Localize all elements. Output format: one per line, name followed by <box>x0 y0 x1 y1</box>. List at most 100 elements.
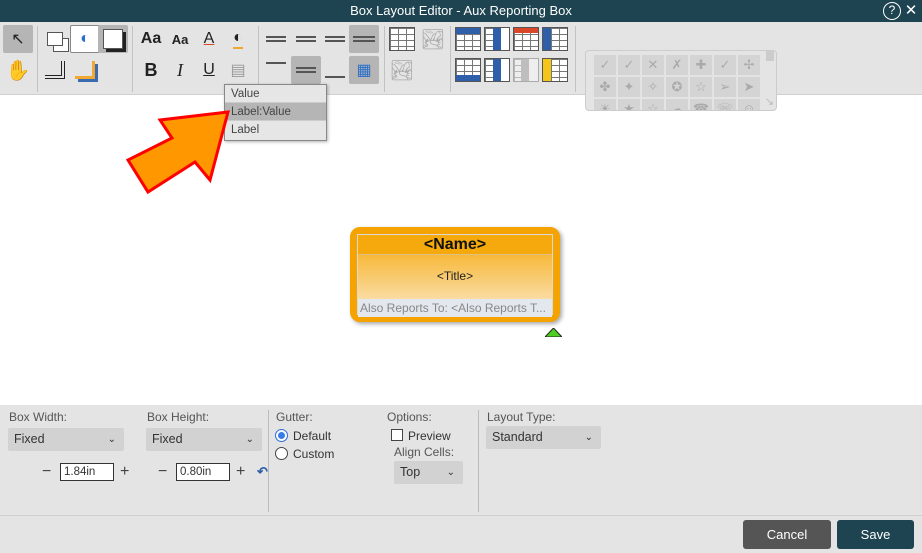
delete-column-icon[interactable] <box>511 56 541 84</box>
box-height-decrease[interactable]: − <box>158 464 167 480</box>
help-icon[interactable]: ? <box>883 2 901 20</box>
expand-triangle-icon[interactable] <box>545 328 562 337</box>
border-style-icon[interactable] <box>40 56 70 84</box>
menu-item-label-value[interactable]: Label:Value <box>225 103 326 121</box>
box-height-mode-select[interactable]: Fixed ⌄ <box>146 428 262 451</box>
gutter-custom-radio[interactable] <box>275 447 288 460</box>
pointer-arrow-annotation <box>125 110 231 195</box>
box-name-field[interactable]: <Name> <box>358 235 552 255</box>
menu-item-value[interactable]: Value <box>225 85 326 103</box>
symbol-item[interactable]: ✚ <box>690 55 712 75</box>
box-width-label: Box Width: <box>9 410 68 424</box>
gutter-default-label[interactable]: Default <box>293 429 331 443</box>
table-row-height-icon[interactable] <box>387 25 417 53</box>
symbol-item[interactable]: ★ <box>618 99 640 110</box>
align-justify-icon[interactable] <box>349 25 379 53</box>
shadow-icon[interactable] <box>98 25 128 53</box>
preview-label[interactable]: Preview <box>408 429 451 443</box>
pan-hand-icon[interactable]: ✋ <box>3 56 33 84</box>
title-bar: Box Layout Editor - Aux Reporting Box ? … <box>0 0 922 22</box>
save-button[interactable]: Save <box>837 520 914 549</box>
symbol-item[interactable]: ☆ <box>642 99 664 110</box>
image-fit-icon[interactable]: 🏞 <box>418 25 448 53</box>
gutter-default-radio[interactable] <box>275 429 288 442</box>
label-value-icon[interactable]: ▤ <box>223 56 253 84</box>
font-icon[interactable]: Aa <box>136 25 166 53</box>
symbol-palette[interactable]: ✓ ✓ ✕ ✗ ✚ ✓ ✢ ✤ ✦ ✧ ✪ ☆ ➢ ➤ ☀ ★ ☆ ☁ ☎ ☏ ☺ ↘ <box>585 50 777 111</box>
fill-color-icon[interactable]: ◐ <box>70 25 100 53</box>
insert-column-left-icon[interactable] <box>482 25 512 53</box>
menu-item-label[interactable]: Label <box>225 121 326 139</box>
select-pointer-icon[interactable]: ↖ <box>3 25 33 53</box>
delete-row-icon[interactable] <box>511 25 541 53</box>
chevron-down-icon: ⌄ <box>584 432 593 443</box>
insert-column-right-icon[interactable] <box>482 56 512 84</box>
align-cells-select[interactable]: Top ⌄ <box>394 461 463 484</box>
text-contrast-icon[interactable]: ◐ <box>223 25 253 53</box>
valign-middle-icon[interactable] <box>291 56 321 84</box>
symbol-item[interactable]: ☀ <box>594 99 616 110</box>
box-width-input[interactable]: 1.84in <box>60 463 114 481</box>
symbol-item[interactable]: ✤ <box>594 77 616 97</box>
symbol-item[interactable]: ☏ <box>714 99 736 110</box>
gutter-custom-label[interactable]: Custom <box>293 447 334 461</box>
symbol-item[interactable]: ✓ <box>594 55 616 75</box>
window-title: Box Layout Editor - Aux Reporting Box <box>350 3 572 18</box>
symbol-item[interactable]: ✢ <box>738 55 760 75</box>
italic-button[interactable]: I <box>165 56 195 84</box>
symbol-item[interactable]: ☁ <box>666 99 688 110</box>
font-color-icon[interactable]: A <box>194 25 224 53</box>
symbol-item[interactable]: ✗ <box>666 55 688 75</box>
box-width-mode-select[interactable]: Fixed ⌄ <box>8 428 124 451</box>
resize-corner-icon[interactable]: ↘ <box>765 95 774 108</box>
layout-type-label: Layout Type: <box>487 410 556 424</box>
align-center-icon[interactable] <box>291 25 321 53</box>
valign-bottom-icon[interactable] <box>320 56 350 84</box>
insert-row-below-icon[interactable] <box>453 56 483 84</box>
symbol-item[interactable]: ➢ <box>714 77 736 97</box>
box-shape-icon[interactable] <box>40 25 70 53</box>
box-width-decrease[interactable]: − <box>42 464 51 480</box>
chevron-down-icon: ⌄ <box>107 434 116 445</box>
align-right-icon[interactable] <box>320 25 350 53</box>
merge-cells-icon[interactable] <box>540 25 570 53</box>
text-wrap-icon[interactable]: ▦ <box>349 56 379 84</box>
box-title-field[interactable]: <Title> <box>358 255 552 299</box>
align-left-icon[interactable] <box>261 25 291 53</box>
close-icon[interactable]: ✕ <box>902 2 920 20</box>
border-color-icon[interactable] <box>70 56 100 84</box>
layout-type-select[interactable]: Standard ⌄ <box>486 426 601 449</box>
chevron-down-icon: ⌄ <box>245 434 254 445</box>
box-height-input[interactable]: 0.80in <box>176 463 230 481</box>
symbol-item[interactable]: ☆ <box>690 77 712 97</box>
toolbar: ↖ ✋ ◐ Aa Aa A ◐ B I U ▤ ▦ 🏞 🏞 ✓ ✓ ✕ ✗ ✚ ✓ ✢ ✤ ✦ ✧… <box>0 22 922 111</box>
insert-row-above-icon[interactable] <box>453 25 483 53</box>
symbol-item[interactable]: ✕ <box>642 55 664 75</box>
underline-button[interactable]: U <box>194 56 224 84</box>
symbol-item[interactable]: ✓ <box>618 55 640 75</box>
settings-panel <box>0 405 922 515</box>
valign-top-icon[interactable] <box>261 56 291 84</box>
gutter-label: Gutter: <box>276 410 313 424</box>
box-preview[interactable]: <Name> <Title> Also Reports To: <Also Re… <box>350 227 560 322</box>
symbol-item[interactable]: ➤ <box>738 77 760 97</box>
options-label: Options: <box>387 410 432 424</box>
split-cells-icon[interactable] <box>540 56 570 84</box>
align-cells-label: Align Cells: <box>394 445 455 459</box>
palette-scrollbar[interactable] <box>766 51 774 61</box>
symbol-item[interactable]: ✦ <box>618 77 640 97</box>
symbol-item[interactable]: ☺ <box>738 99 760 110</box>
cancel-button[interactable]: Cancel <box>743 520 831 549</box>
image-icon[interactable]: 🏞 <box>387 56 417 84</box>
preview-checkbox[interactable] <box>391 429 403 441</box>
font-size-icon[interactable]: Aa <box>165 25 195 53</box>
box-height-increase[interactable]: + <box>236 464 245 480</box>
symbol-item[interactable]: ✪ <box>666 77 688 97</box>
box-width-increase[interactable]: + <box>120 464 129 480</box>
undo-icon[interactable]: ↶ <box>257 464 268 480</box>
bold-button[interactable]: B <box>136 56 166 84</box>
box-also-reports-field[interactable]: Also Reports To: <Also Reports T... <box>358 299 552 317</box>
symbol-item[interactable]: ✧ <box>642 77 664 97</box>
symbol-item[interactable]: ☎ <box>690 99 712 110</box>
symbol-item[interactable]: ✓ <box>714 55 736 75</box>
